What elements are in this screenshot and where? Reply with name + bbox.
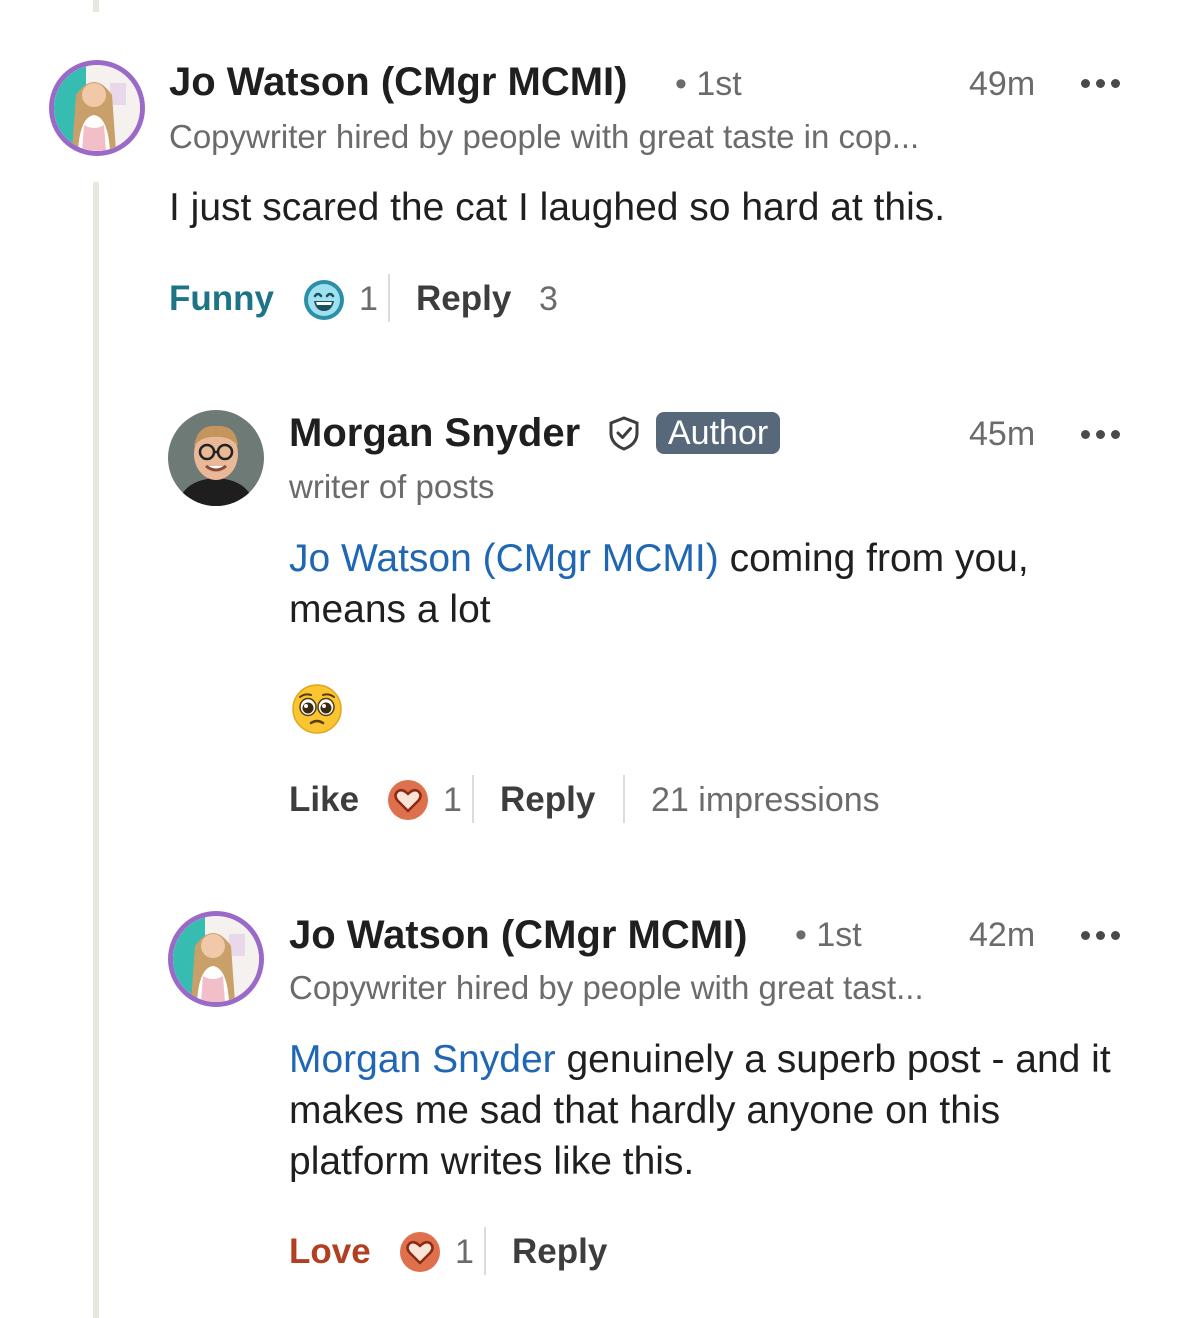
divider — [623, 775, 625, 823]
like-button[interactable]: Like — [289, 778, 359, 822]
reply-button[interactable]: Reply — [500, 778, 595, 822]
timestamp: 42m — [969, 916, 1036, 954]
profile-photo-jo-icon — [54, 65, 140, 151]
reply-count[interactable]: 3 — [539, 277, 558, 321]
divider — [472, 775, 474, 823]
avatar[interactable] — [168, 410, 264, 506]
connection-degree: • 1st — [795, 916, 862, 954]
mention-link[interactable]: Morgan Snyder — [289, 1038, 556, 1081]
profile-photo-jo-icon — [173, 916, 259, 1002]
author-name[interactable]: Morgan Snyder — [289, 409, 580, 457]
author-badge: Author — [656, 412, 781, 454]
author-name[interactable]: Jo Watson (CMgr MCMI) — [169, 58, 627, 106]
comment-text: I just scared the cat I laughed so hard … — [169, 186, 946, 229]
love-reaction-icon — [398, 1230, 442, 1274]
divider — [484, 1227, 486, 1275]
avatar[interactable] — [49, 60, 145, 156]
timestamp: 45m — [969, 415, 1036, 453]
comment-text: Jo Watson (CMgr MCMI) coming from you, m… — [289, 533, 1149, 635]
more-options-icon[interactable] — [1081, 931, 1121, 941]
reaction-count[interactable]: 1 — [455, 1230, 474, 1274]
pleading-face-emoji-icon — [291, 683, 343, 735]
comment-text: Morgan Snyder genuinely a superb post - … — [289, 1034, 1139, 1187]
verified-shield-icon — [606, 415, 642, 451]
reply-button[interactable]: Reply — [416, 277, 511, 321]
love-reaction-icon — [386, 778, 430, 822]
divider — [388, 274, 390, 322]
funny-reaction-button[interactable]: Funny — [169, 277, 274, 321]
reaction-count[interactable]: 1 — [359, 277, 378, 321]
avatar[interactable] — [168, 911, 264, 1007]
author-name[interactable]: Jo Watson (CMgr MCMI) — [289, 911, 747, 959]
thread-line-top — [93, 0, 99, 12]
reply-button[interactable]: Reply — [512, 1230, 607, 1274]
connection-degree: • 1st — [675, 65, 742, 103]
mention-link[interactable]: Jo Watson (CMgr MCMI) — [289, 537, 719, 580]
reaction-count[interactable]: 1 — [443, 778, 462, 822]
love-reaction-button[interactable]: Love — [289, 1230, 371, 1274]
profile-photo-morgan-icon — [168, 410, 264, 506]
impressions-count: 21 impressions — [651, 781, 880, 819]
thread-line — [93, 182, 99, 1318]
author-headline: Copywriter hired by people with great ta… — [289, 969, 924, 1006]
author-headline: Copywriter hired by people with great ta… — [169, 118, 920, 155]
more-options-icon[interactable] — [1081, 79, 1121, 89]
more-options-icon[interactable] — [1081, 430, 1121, 440]
timestamp: 49m — [969, 65, 1036, 103]
author-headline: writer of posts — [289, 468, 495, 505]
funny-reaction-icon — [302, 278, 346, 322]
